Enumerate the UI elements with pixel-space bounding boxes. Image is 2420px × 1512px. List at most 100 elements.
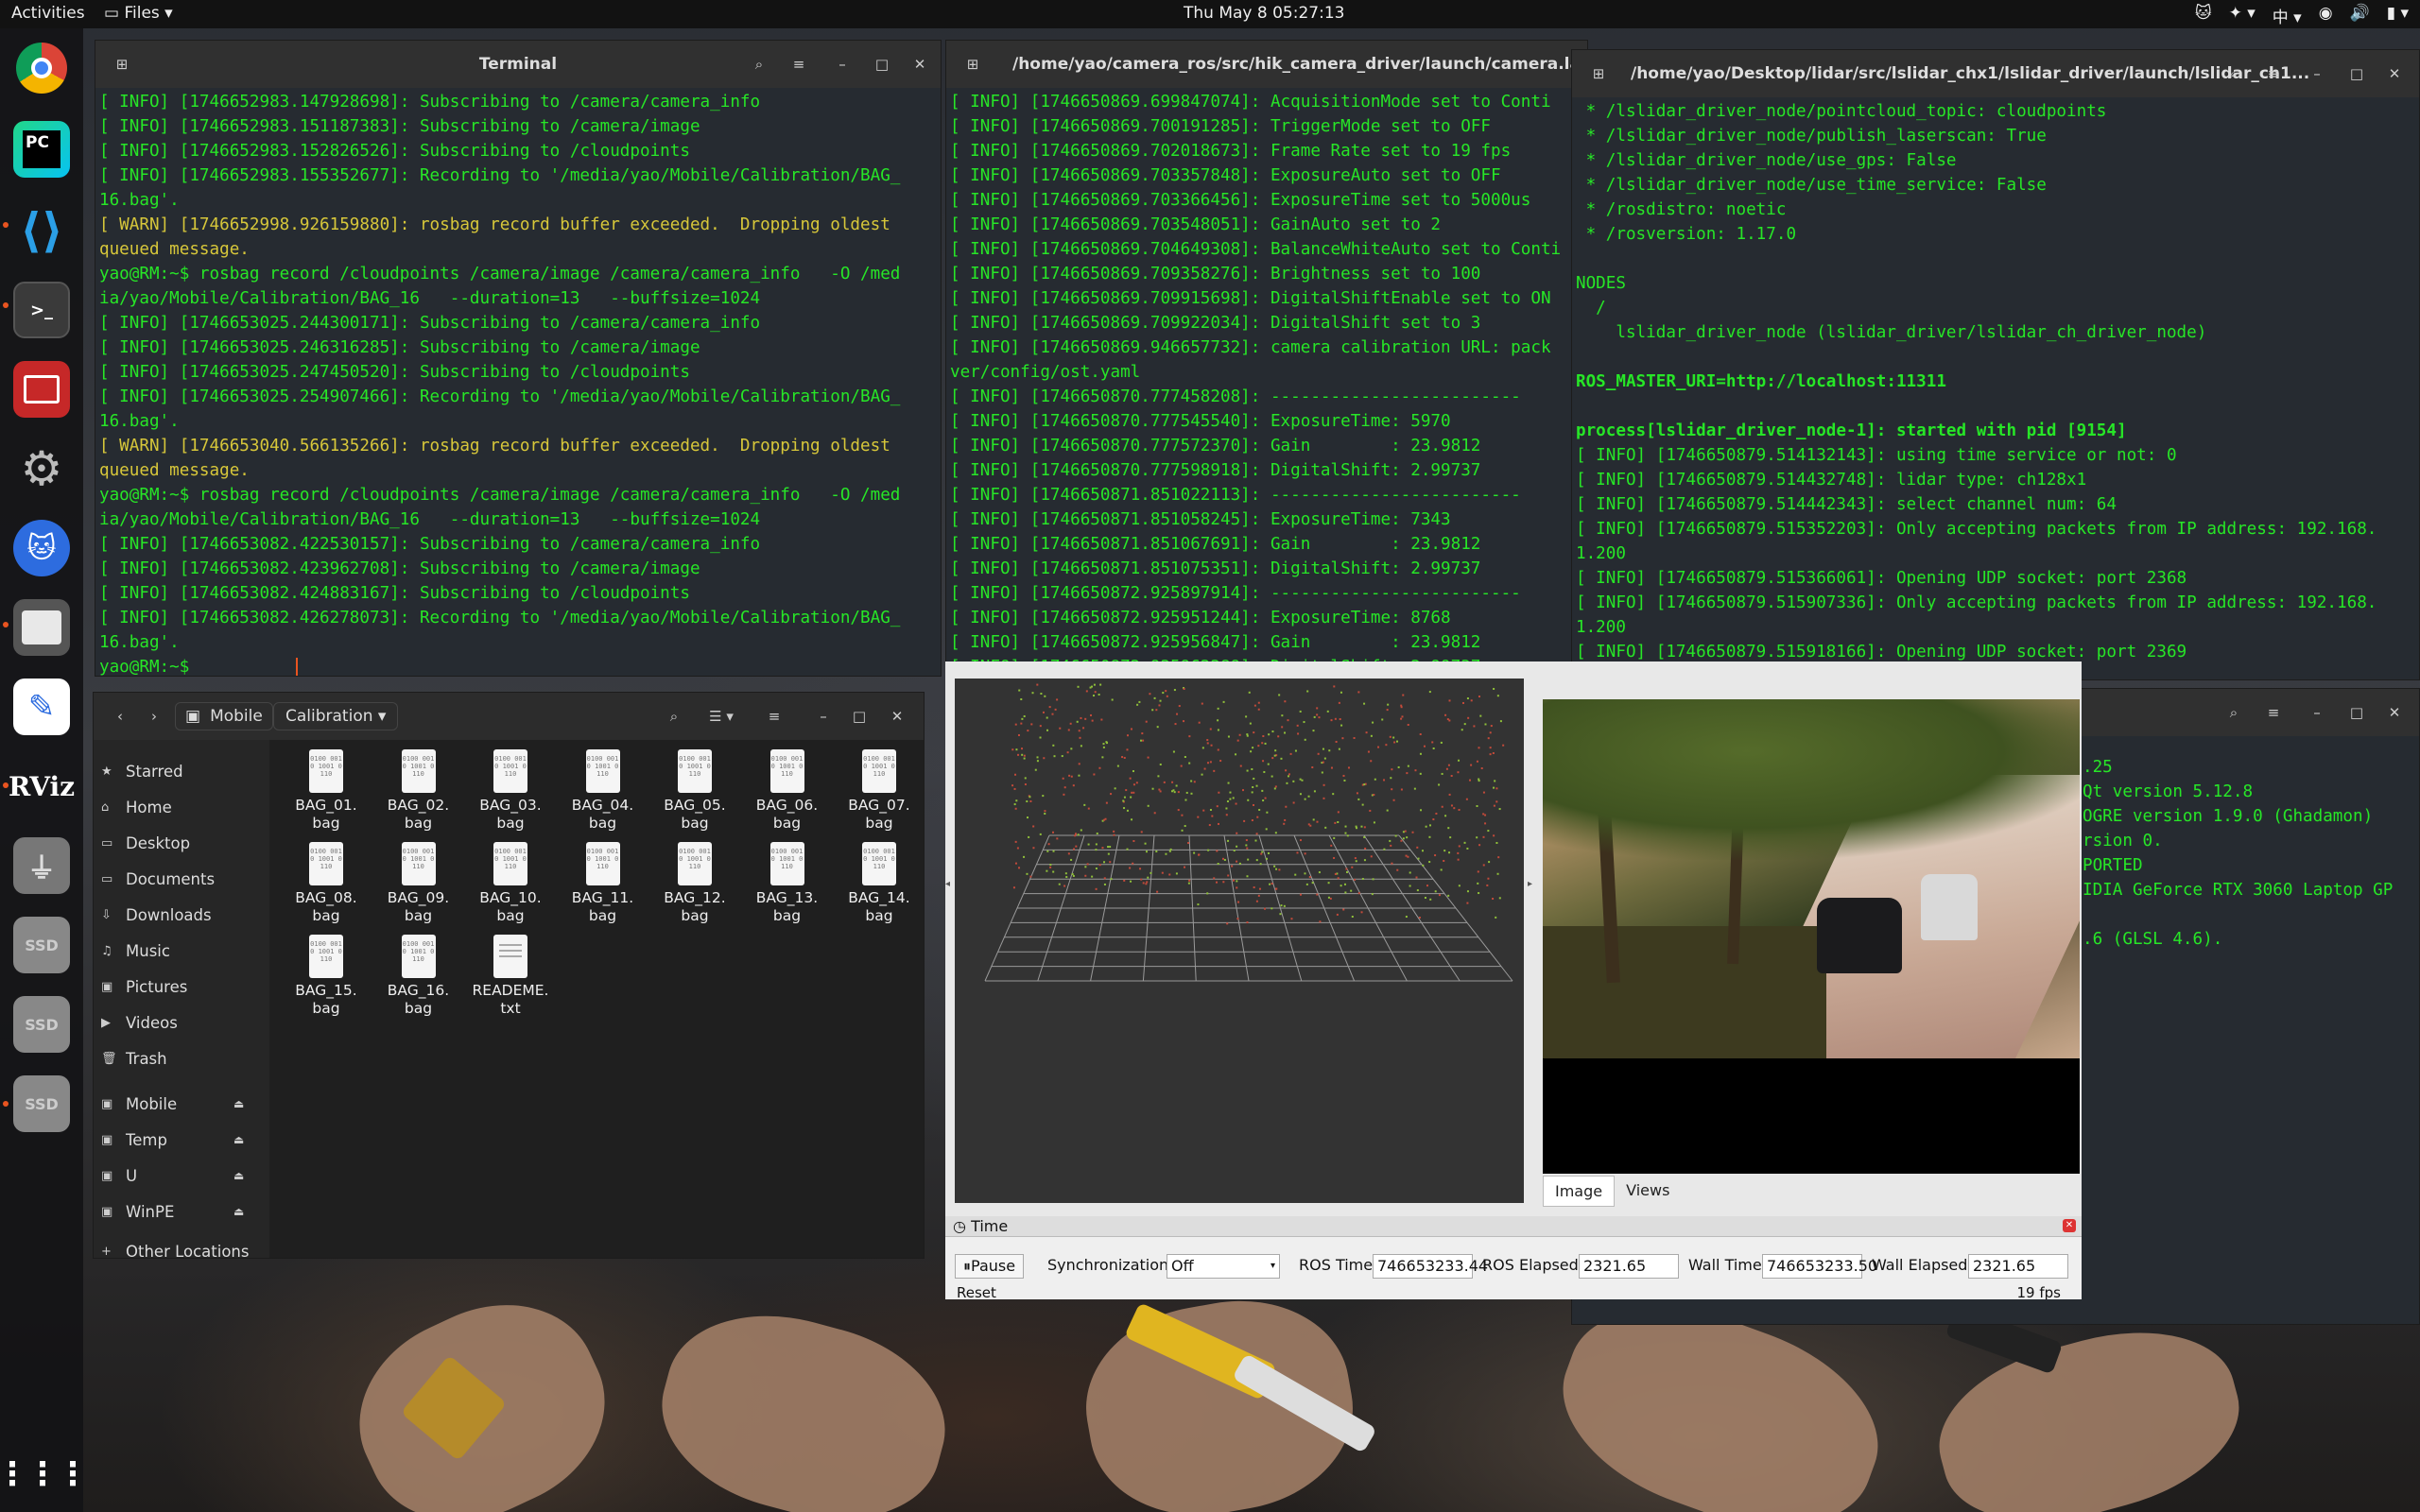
pycharm-icon[interactable]: PC [13, 121, 70, 178]
eject-icon[interactable]: ⏏ [233, 1205, 244, 1218]
minimize-icon[interactable]: – [2304, 700, 2330, 725]
file-item[interactable]: READEME. txt [467, 935, 554, 1018]
wifi-icon[interactable]: ◉ [2319, 4, 2333, 27]
app-icon[interactable] [13, 361, 70, 418]
vscode-icon[interactable]: ⟨⟩ [13, 202, 70, 259]
file-item[interactable]: 0100 0010 1001 0110 BAG_04. bag [560, 749, 647, 833]
sidebar-item-starred[interactable]: ★ Starred [101, 755, 183, 787]
lidar-launch-terminal[interactable]: ⊞ /home/yao/Desktop/lidar/src/lslidar_ch… [1571, 49, 2420, 680]
file-item[interactable]: 0100 0010 1001 0110 BAG_08. bag [283, 842, 370, 925]
minimize-icon[interactable]: – [2304, 61, 2330, 86]
file-item[interactable]: 0100 0010 1001 0110 BAG_05. bag [651, 749, 738, 833]
maximize-icon[interactable]: □ [846, 704, 873, 729]
close-icon[interactable]: ✕ [2063, 1219, 2076, 1232]
files-icon[interactable] [13, 599, 70, 656]
system-tray[interactable]: 🐱 ✦ ▾ 中 ▾ ◉ 🔊 ▮ ▾ [2195, 4, 2409, 27]
file-item[interactable]: 0100 0010 1001 0110 BAG_12. bag [651, 842, 738, 925]
maximize-icon[interactable]: □ [2343, 700, 2370, 725]
menu-icon[interactable]: ≡ [786, 52, 812, 77]
ssd-icon[interactable]: SSD [13, 996, 70, 1053]
file-item[interactable]: 0100 0010 1001 0110 BAG_06. bag [744, 749, 831, 833]
minimize-icon[interactable]: – [829, 52, 856, 77]
pause-button[interactable]: ⏸Pause [955, 1254, 1025, 1279]
sidebar-item-documents[interactable]: ▭ Documents [101, 863, 215, 895]
file-item[interactable]: 0100 0010 1001 0110 BAG_14. bag [836, 842, 923, 925]
activities-button[interactable]: Activities [11, 4, 85, 23]
file-item[interactable]: 0100 0010 1001 0110 BAG_09. bag [375, 842, 462, 925]
file-item[interactable]: 0100 0010 1001 0110 BAG_13. bag [744, 842, 831, 925]
sidebar-item-home[interactable]: ⌂ Home [101, 791, 172, 823]
close-icon[interactable]: ✕ [2381, 61, 2408, 86]
sidebar-item-other-locations[interactable]: + Other Locations [101, 1235, 249, 1259]
menu-icon[interactable]: ≡ [2260, 61, 2287, 86]
terminal-header[interactable]: ⊞ Terminal ⌕ ≡ – □ ✕ [95, 41, 941, 88]
file-item[interactable]: 0100 0010 1001 0110 BAG_03. bag [467, 749, 554, 833]
view-toggle-icon[interactable]: ☰ ▾ [699, 704, 744, 729]
eject-icon[interactable]: ⏏ [233, 1133, 244, 1146]
close-icon[interactable]: ✕ [884, 704, 910, 729]
tab-views[interactable]: Views [1615, 1176, 1681, 1207]
wall-time-field[interactable]: 746653233.50 [1762, 1254, 1877, 1279]
sidebar-item-desktop[interactable]: ▭ Desktop [101, 827, 190, 859]
text-editor-icon[interactable]: ✎ [13, 679, 70, 735]
terminal-output[interactable]: [ INFO] [1746650869.699847074]: Acquisit… [946, 88, 1587, 676]
rviz-icon[interactable]: RViz [9, 758, 75, 815]
back-icon[interactable]: ‹ [107, 704, 133, 729]
input-method[interactable]: 中 ▾ [2273, 4, 2302, 27]
catfish-icon[interactable]: 🐱 [13, 520, 70, 576]
splitter-right-arrow[interactable]: ▸ [1528, 879, 1532, 889]
sidebar-item-trash[interactable]: 🗑 Trash [101, 1042, 167, 1074]
new-tab-icon[interactable]: ⊞ [1585, 61, 1612, 86]
menu-icon[interactable]: ≡ [761, 704, 787, 729]
search-icon[interactable]: ⌕ [661, 704, 687, 729]
sidebar-item-u[interactable]: ▣ U ⏏ [101, 1160, 244, 1192]
wall-elapsed-field[interactable]: 2321.65 [1968, 1254, 2068, 1279]
forward-icon[interactable]: › [141, 704, 167, 729]
maximize-icon[interactable]: □ [2343, 61, 2370, 86]
sidebar-item-mobile[interactable]: ▣ Mobile ⏏ [101, 1088, 244, 1120]
new-tab-icon[interactable]: ⊞ [959, 52, 986, 77]
sidebar-item-winpe[interactable]: ▣ WinPE ⏏ [101, 1195, 244, 1228]
terminal-header[interactable]: ⊞ /home/yao/Desktop/lidar/src/lslidar_ch… [1572, 50, 2419, 97]
sidebar-item-videos[interactable]: ▶ Videos [101, 1006, 178, 1039]
reset-button[interactable]: Reset [953, 1284, 1000, 1299]
rviz-window[interactable]: ◂ ▸ Image Views ◷ Time ✕ ⏸Pause Synchron… [945, 662, 2082, 1299]
splitter-left-arrow[interactable]: ◂ [945, 879, 950, 889]
file-item[interactable]: 0100 0010 1001 0110 BAG_07. bag [836, 749, 923, 833]
terminal-output[interactable]: [ INFO] [1746652983.147928698]: Subscrib… [95, 88, 941, 676]
chrome-icon[interactable] [13, 40, 70, 96]
eject-icon[interactable]: ⏏ [233, 1169, 244, 1182]
close-icon[interactable]: ✕ [907, 52, 933, 77]
clock[interactable]: Thu May 8 05:27:13 [1184, 4, 1344, 23]
search-icon[interactable]: ⌕ [2221, 700, 2247, 725]
tab-image[interactable]: Image [1543, 1176, 1616, 1207]
file-item[interactable]: 0100 0010 1001 0110 BAG_01. bag [283, 749, 370, 833]
ros-elapsed-field[interactable]: 2321.65 [1579, 1254, 1679, 1279]
file-item[interactable]: 0100 0010 1001 0110 BAG_02. bag [375, 749, 462, 833]
menu-icon[interactable]: ≡ [2260, 700, 2287, 725]
battery-icon[interactable]: ▮ ▾ [2387, 4, 2409, 27]
terminal-output[interactable]: * /lslidar_driver_node/pointcloud_topic:… [1572, 97, 2419, 679]
3d-view[interactable] [955, 679, 1524, 1203]
eject-icon[interactable]: ⏏ [233, 1097, 244, 1110]
volume-icon[interactable]: 🔊 [2350, 4, 2370, 27]
file-manager-header[interactable]: ‹ › ▣ Mobile Calibration ▾ ⌕ ☰ ▾ ≡ – □ ✕ [94, 693, 924, 740]
file-item[interactable]: 0100 0010 1001 0110 BAG_11. bag [560, 842, 647, 925]
ssd-icon[interactable]: SSD [13, 917, 70, 973]
settings-icon[interactable]: ⚙ [13, 440, 70, 497]
close-icon[interactable]: ✕ [2381, 700, 2408, 725]
file-grid[interactable]: 0100 0010 1001 0110 BAG_01. bag 0100 0010 1… [269, 740, 924, 1258]
breadcrumb-mobile[interactable]: Mobile [210, 707, 263, 726]
breadcrumb[interactable]: ▣ Mobile [175, 702, 273, 730]
sidebar-item-music[interactable]: ♫ Music [101, 935, 170, 967]
app-menu[interactable]: ▭ Files ▾ [104, 4, 173, 23]
ros-time-field[interactable]: 746653233.44 [1373, 1254, 1488, 1279]
terminal-icon[interactable]: >_ [13, 282, 70, 338]
search-icon[interactable]: ⌕ [746, 52, 772, 77]
breadcrumb-calibration[interactable]: Calibration ▾ [273, 702, 399, 730]
terminal-window[interactable]: ⊞ Terminal ⌕ ≡ – □ ✕ [ INFO] [1746652983… [95, 40, 942, 677]
file-item[interactable]: 0100 0010 1001 0110 BAG_16. bag [375, 935, 462, 1018]
ssd-icon[interactable]: SSD [13, 1075, 70, 1132]
sidebar-item-pictures[interactable]: ▣ Pictures [101, 971, 187, 1003]
file-item[interactable]: 0100 0010 1001 0110 BAG_15. bag [283, 935, 370, 1018]
